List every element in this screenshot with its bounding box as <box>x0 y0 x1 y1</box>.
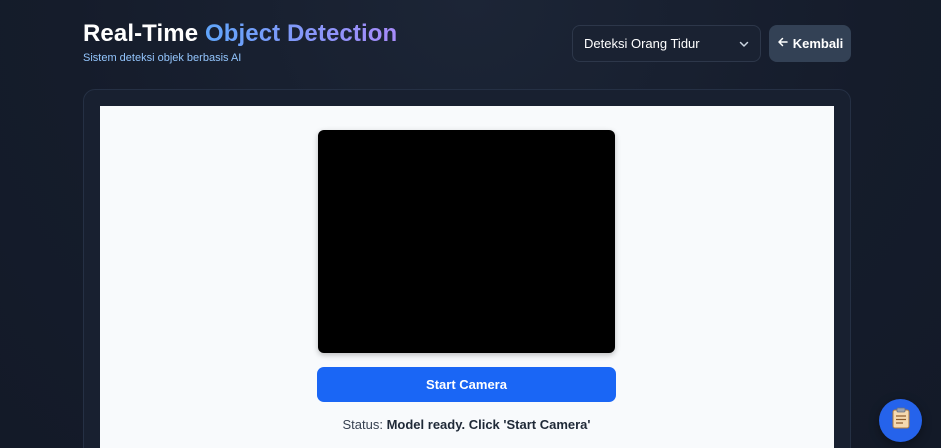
status-text: Status: Model ready. Click 'Start Camera… <box>317 417 616 432</box>
page-header: Real-Time Object Detection Sistem deteks… <box>83 20 397 65</box>
model-select[interactable]: Deteksi Orang Tidur <box>572 25 761 62</box>
camera-video-feed <box>318 130 615 353</box>
status-value: Model ready. Click 'Start Camera' <box>386 417 591 432</box>
clipboard-fab-button[interactable] <box>879 399 922 442</box>
chevron-down-icon <box>738 38 750 50</box>
header-controls: Deteksi Orang Tidur Kembali <box>572 25 851 62</box>
start-camera-button[interactable]: Start Camera <box>317 367 616 402</box>
clipboard-icon <box>891 407 911 434</box>
back-button-label: Kembali <box>792 36 844 51</box>
status-label: Status: <box>342 417 383 432</box>
page-subtitle: Sistem deteksi objek berbasis AI <box>83 52 242 64</box>
title-main: Real-Time <box>83 20 199 47</box>
title-accent: Object Detection <box>204 20 398 47</box>
back-button[interactable]: Kembali <box>769 25 851 62</box>
model-select-value: Deteksi Orang Tidur <box>584 36 700 51</box>
page-title: Real-Time Object Detection <box>83 20 397 48</box>
arrow-left-icon <box>777 36 789 51</box>
